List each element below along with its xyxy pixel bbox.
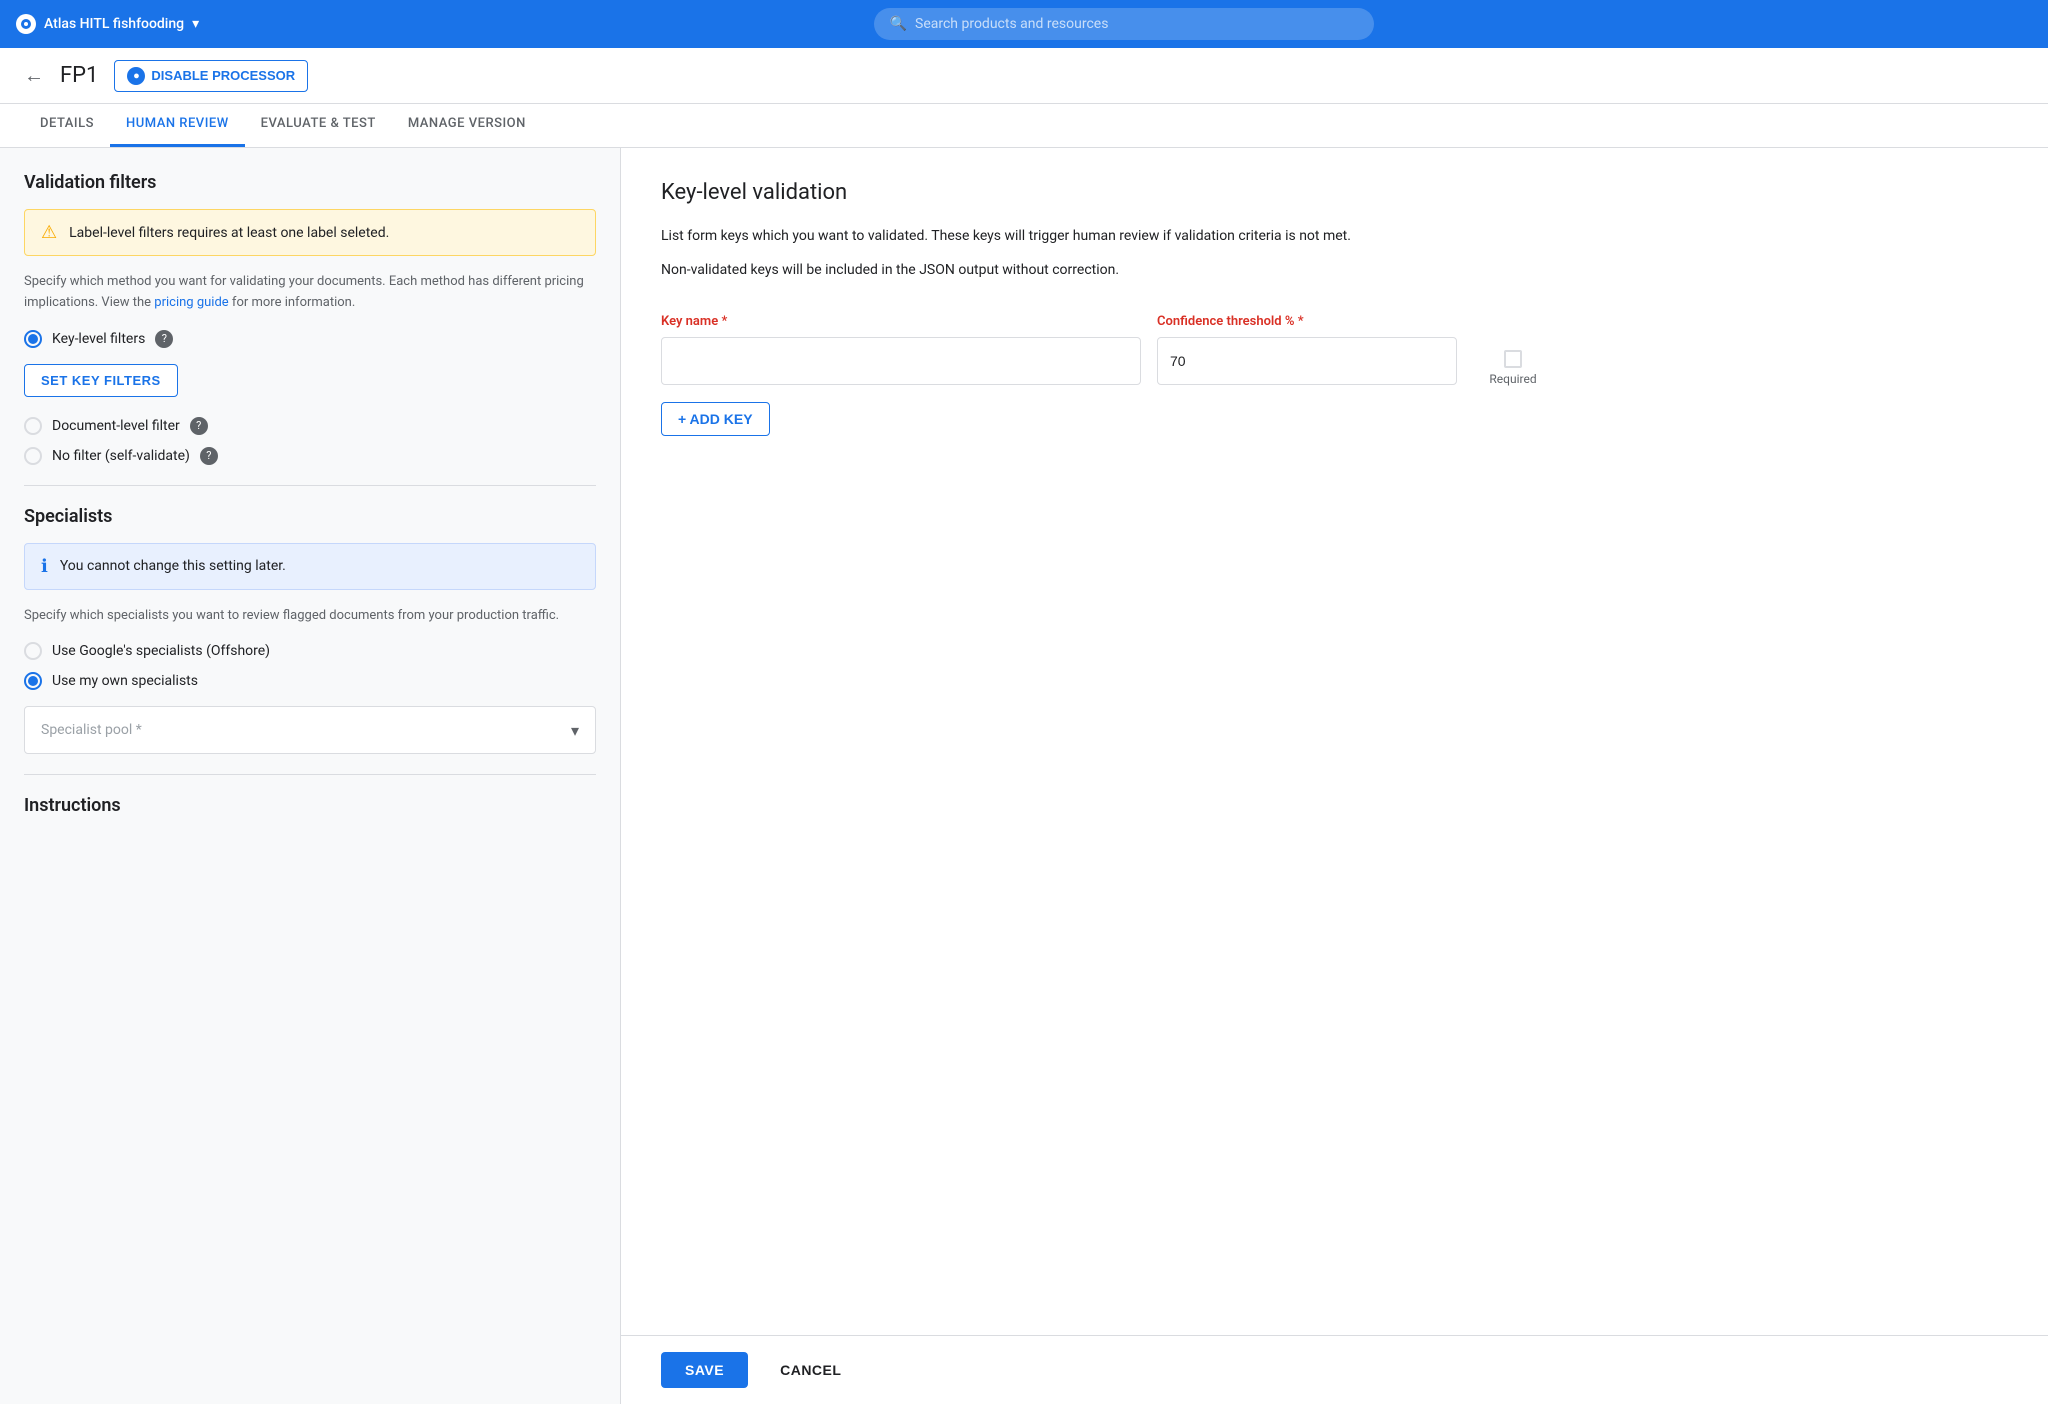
back-button[interactable]: ← [24, 63, 44, 88]
disable-processor-button[interactable]: ● DISABLE PROCESSOR [114, 60, 308, 92]
app-name: Atlas HITL fishfooding [44, 16, 184, 32]
google-specialists-radio[interactable] [24, 642, 42, 660]
other-filter-options: Document-level filter ? No filter (self-… [24, 417, 596, 465]
dropdown-arrow-icon: ▾ [571, 721, 579, 740]
tab-details[interactable]: DETAILS [24, 103, 110, 147]
no-filter-radio[interactable] [24, 447, 42, 465]
dropdown-icon[interactable]: ▾ [192, 16, 199, 32]
specialists-info-text: You cannot change this setting later. [60, 558, 286, 574]
tabs-bar: DETAILS HUMAN REVIEW EVALUATE & TEST MAN… [0, 104, 2048, 148]
page-title: FP1 [60, 63, 98, 88]
key-level-label: Key-level filters [52, 331, 145, 347]
document-level-filter-option[interactable]: Document-level filter ? [24, 417, 596, 435]
key-name-column: Key name * [661, 314, 1141, 385]
required-checkbox-label: Required [1489, 372, 1536, 386]
divider-1 [24, 485, 596, 486]
key-level-radio[interactable] [24, 330, 42, 348]
specialist-pool-dropdown[interactable]: Specialist pool * ▾ [24, 706, 596, 754]
top-bar: Atlas HITL fishfooding ▾ 🔍 Search produc… [0, 0, 2048, 48]
right-panel: Key-level validation List form keys whic… [620, 148, 2048, 1404]
warning-box: ⚠ Label-level filters requires at least … [24, 209, 596, 256]
info-box: ℹ You cannot change this setting later. [24, 543, 596, 590]
disable-button-label: DISABLE PROCESSOR [151, 68, 295, 83]
specialists-radio-group: Use Google's specialists (Offshore) Use … [24, 642, 596, 690]
warning-text: Label-level filters requires at least on… [69, 225, 389, 241]
key-name-input[interactable] [661, 337, 1141, 385]
key-name-required-marker: * [721, 314, 727, 329]
tab-evaluate-test[interactable]: EVALUATE & TEST [245, 103, 392, 147]
set-key-filters-button[interactable]: SET KEY FILTERS [24, 364, 178, 397]
form-header-row: Key name * Confidence threshold % * R [661, 314, 2008, 386]
filter-description: Specify which method you want for valida… [24, 272, 596, 314]
disable-icon: ● [127, 67, 145, 85]
add-key-label: + ADD KEY [678, 411, 753, 427]
google-specialists-label: Use Google's specialists (Offshore) [52, 643, 270, 659]
specialist-pool-placeholder: Specialist pool * [41, 722, 142, 738]
left-panel: Validation filters ⚠ Label-level filters… [0, 148, 620, 1404]
required-checkbox-wrapper: Required [1473, 314, 1553, 386]
document-level-help-icon[interactable]: ? [190, 417, 208, 435]
divider-2 [24, 774, 596, 775]
no-filter-option[interactable]: No filter (self-validate) ? [24, 447, 596, 465]
info-icon: ℹ [41, 556, 48, 577]
validation-filters-title: Validation filters [24, 172, 596, 193]
save-button[interactable]: SAVE [661, 1352, 748, 1388]
main-layout: Validation filters ⚠ Label-level filters… [0, 148, 2048, 1404]
panel-description-2: Non-validated keys will be included in t… [661, 259, 2008, 281]
no-filter-help-icon[interactable]: ? [200, 447, 218, 465]
warning-icon: ⚠ [41, 222, 57, 243]
app-logo[interactable]: Atlas HITL fishfooding ▾ [16, 14, 199, 34]
confidence-label: Confidence threshold % * [1157, 314, 1457, 329]
search-icon: 🔍 [890, 16, 907, 32]
key-name-label: Key name * [661, 314, 1141, 329]
search-placeholder: Search products and resources [915, 16, 1108, 32]
confidence-required-marker: * [1298, 314, 1304, 329]
sub-header: ← FP1 ● DISABLE PROCESSOR [0, 48, 2048, 104]
key-level-filter-option[interactable]: Key-level filters ? [24, 330, 596, 348]
required-checkbox[interactable] [1504, 350, 1522, 368]
pricing-guide-link[interactable]: pricing guide [154, 295, 228, 310]
specialists-title: Specialists [24, 506, 596, 527]
panel-description-1: List form keys which you want to validat… [661, 225, 2008, 247]
search-bar[interactable]: 🔍 Search products and resources [874, 8, 1374, 40]
own-specialists-radio[interactable] [24, 672, 42, 690]
filter-radio-group: Key-level filters ? [24, 330, 596, 348]
document-level-radio[interactable] [24, 417, 42, 435]
document-level-label: Document-level filter [52, 418, 180, 434]
panel-title: Key-level validation [661, 180, 2008, 205]
instructions-title: Instructions [24, 795, 121, 816]
tab-manage-version[interactable]: MANAGE VERSION [392, 103, 542, 147]
own-specialists-label: Use my own specialists [52, 673, 198, 689]
key-level-help-icon[interactable]: ? [155, 330, 173, 348]
own-specialists-option[interactable]: Use my own specialists [24, 672, 596, 690]
google-specialists-option[interactable]: Use Google's specialists (Offshore) [24, 642, 596, 660]
tab-human-review[interactable]: HUMAN REVIEW [110, 103, 245, 147]
logo-icon [16, 14, 36, 34]
right-panel-footer: SAVE CANCEL [621, 1335, 2048, 1404]
cancel-button[interactable]: CANCEL [764, 1352, 857, 1388]
confidence-column: Confidence threshold % * [1157, 314, 1457, 385]
add-key-button[interactable]: + ADD KEY [661, 402, 770, 436]
specialists-description: Specify which specialists you want to re… [24, 606, 596, 627]
no-filter-label: No filter (self-validate) [52, 448, 190, 464]
right-panel-content: Key-level validation List form keys whic… [621, 148, 2048, 1335]
required-column: Required [1473, 314, 1553, 386]
confidence-input[interactable] [1157, 337, 1457, 385]
